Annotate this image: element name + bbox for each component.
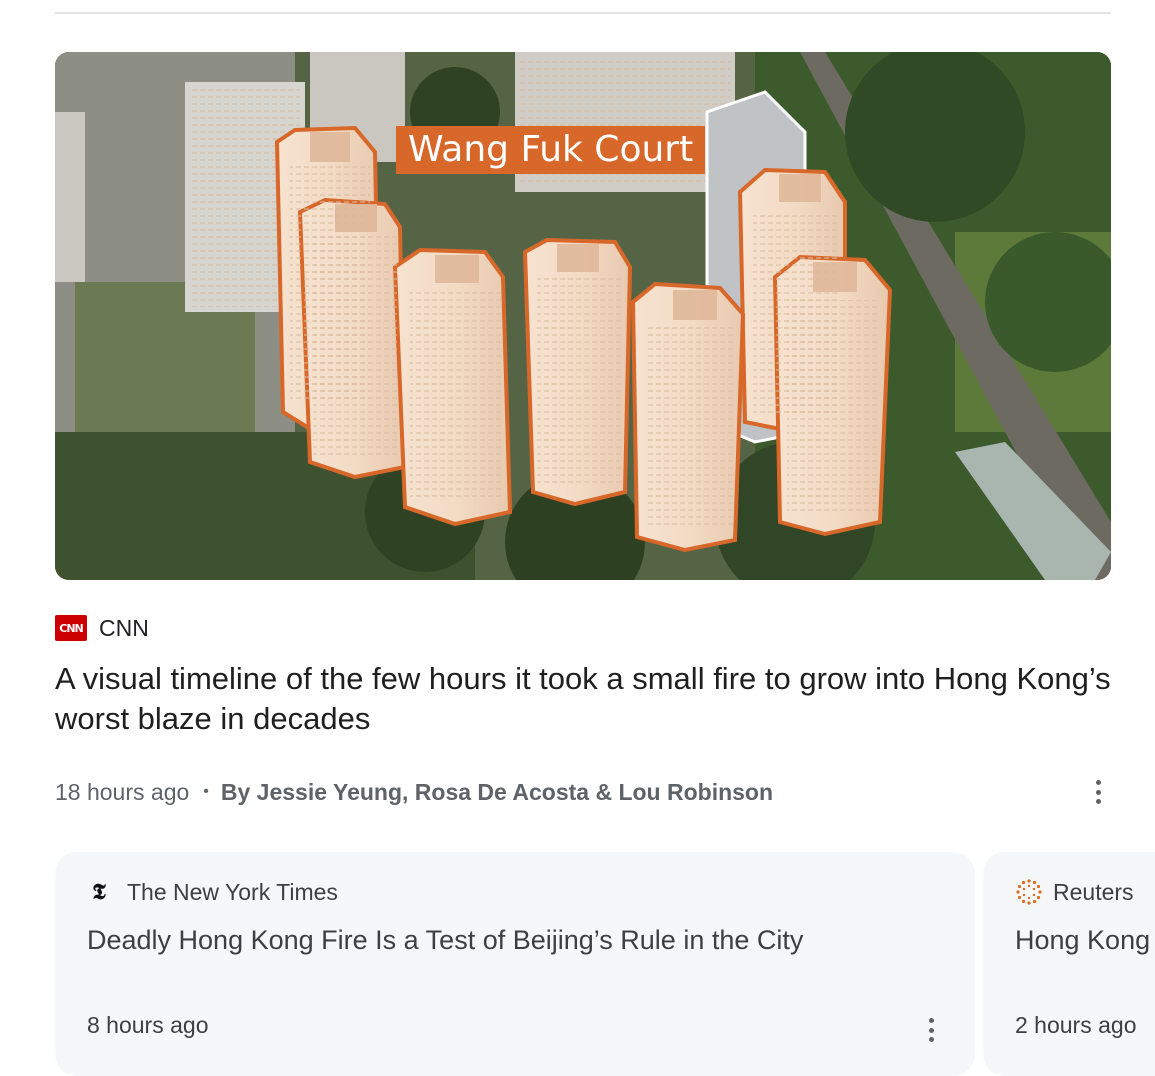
article-meta: 18 hours ago • By Jessie Yeung, Rosa De … (55, 775, 773, 809)
reuters-logo-icon (1016, 879, 1042, 905)
hero-overlay-label: Wang Fuk Court (396, 126, 706, 174)
nyt-logo-icon: 𝕿 (92, 879, 106, 905)
related-card-source: 𝕿 The New York Times (87, 878, 338, 906)
source-name: CNN (99, 614, 149, 641)
cnn-logo-icon: CNN (55, 615, 87, 641)
related-card-source: Reuters (1015, 878, 1134, 906)
article-byline: By Jessie Yeung, Rosa De Acosta & Lou Ro… (220, 778, 774, 805)
hero-image[interactable]: Wang Fuk Court (55, 52, 1111, 580)
related-card[interactable]: 𝕿 The New York Times Deadly Hong Kong Fi… (55, 852, 975, 1076)
article-source[interactable]: CNN CNN (55, 614, 149, 642)
related-card-title[interactable]: Hong Kong (1015, 922, 1150, 958)
related-card[interactable]: Reuters Hong Kong 2 hours ago (983, 852, 1155, 1076)
more-vert-icon[interactable] (1088, 778, 1108, 806)
top-divider (55, 12, 1111, 14)
related-source-name: Reuters (1053, 878, 1134, 905)
article-headline[interactable]: A visual timeline of the few hours it to… (55, 659, 1115, 739)
article-time: 18 hours ago (55, 778, 190, 805)
related-card-time: 8 hours ago (87, 1012, 209, 1038)
related-card-time: 2 hours ago (1015, 1012, 1137, 1038)
related-card-title[interactable]: Deadly Hong Kong Fire Is a Test of Beiji… (87, 922, 803, 958)
meta-separator: • (203, 783, 209, 800)
related-source-name: The New York Times (127, 878, 338, 905)
more-vert-icon[interactable] (921, 1016, 941, 1044)
